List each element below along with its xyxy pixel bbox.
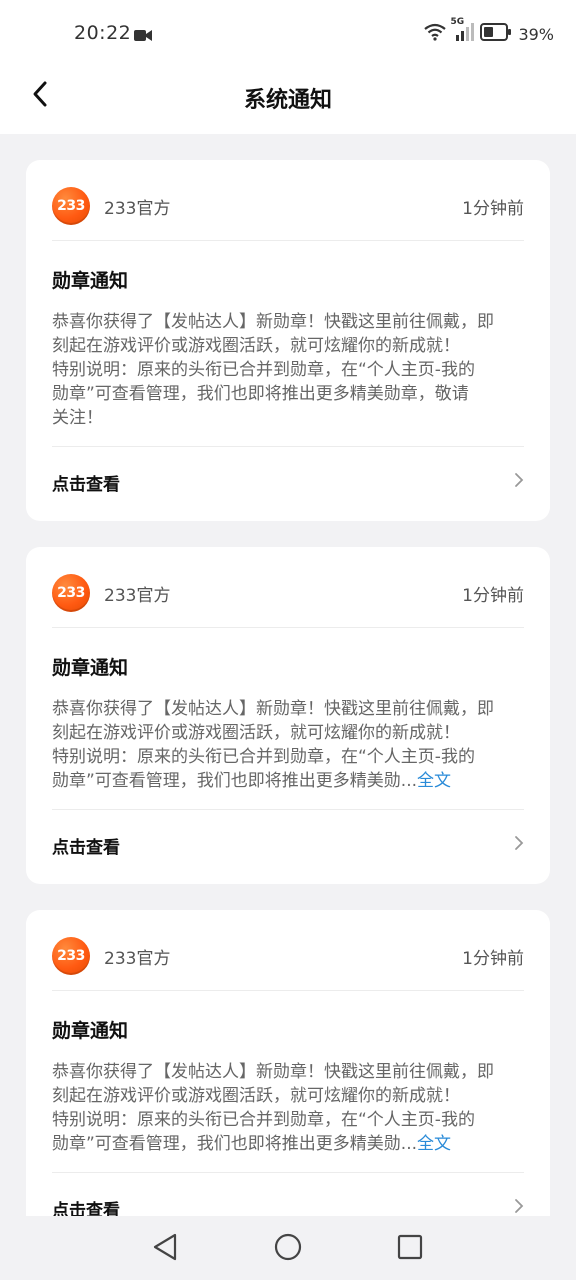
body-line: 勋章”可查看管理，我们也即将推出更多精美勋...全文 — [52, 769, 524, 793]
network-type: 5G — [450, 17, 465, 27]
circle-home-icon[interactable] — [274, 1232, 302, 1266]
status-indicators: 5G 39% — [424, 17, 554, 45]
status-time: 20:22 — [74, 22, 132, 44]
body-line: 刻起在游戏评价或游戏圈活跃，就可炫耀你的新成就！ — [52, 723, 460, 743]
wifi-icon — [424, 23, 447, 45]
notification-body[interactable]: 恭喜你获得了【发帖达人】新勋章！快戳这里前往佩戴，即 刻起在游戏评价或游戏圈活跃… — [52, 310, 524, 430]
233-logo-icon: 233 — [52, 574, 90, 612]
divider — [52, 446, 524, 447]
notification-title: 勋章通知 — [52, 1020, 129, 1042]
status-bar: 20:22 5G 39% — [0, 0, 576, 66]
page-title: 系统通知 — [243, 88, 332, 113]
view-details-label: 点击查看 — [52, 474, 120, 495]
triangle-back-icon[interactable] — [152, 1232, 178, 1266]
card-header: 233 233官方 1分钟前 — [52, 571, 524, 615]
divider — [52, 627, 524, 628]
card-header: 233 233官方 1分钟前 — [52, 184, 524, 228]
time-ago: 1分钟前 — [462, 585, 524, 606]
body-line: 恭喜你获得了【发帖达人】新勋章！快戳这里前往佩戴，即 — [52, 312, 494, 332]
body-line: 特别说明：原来的头衔已合并到勋章，在“个人主页-我的 — [52, 1110, 475, 1130]
truncated-text: 勋章”可查看管理，我们也即将推出更多精美勋... — [52, 1134, 418, 1154]
battery-icon — [480, 23, 512, 45]
notification-card: 233 233官方 1分钟前 勋章通知 恭喜你获得了【发帖达人】新勋章！快戳这里… — [26, 160, 550, 521]
body-line: 恭喜你获得了【发帖达人】新勋章！快戳这里前往佩戴，即 — [52, 699, 494, 719]
notification-card: 233 233官方 1分钟前 勋章通知 恭喜你获得了【发帖达人】新勋章！快戳这里… — [26, 547, 550, 884]
header: 系统通知 — [0, 66, 576, 134]
cellular-signal-icon: 5G — [450, 17, 475, 45]
body-line: 勋章”可查看管理，我们也即将推出更多精美勋章，敬请 — [52, 384, 469, 404]
notification-title: 勋章通知 — [52, 270, 129, 292]
battery-percent: 39% — [518, 24, 554, 44]
notification-body[interactable]: 恭喜你获得了【发帖达人】新勋章！快戳这里前往佩戴，即 刻起在游戏评价或游戏圈活跃… — [52, 1060, 524, 1156]
body-line: 勋章”可查看管理，我们也即将推出更多精美勋...全文 — [52, 1132, 524, 1156]
notification-body[interactable]: 恭喜你获得了【发帖达人】新勋章！快戳这里前往佩戴，即 刻起在游戏评价或游戏圈活跃… — [52, 697, 524, 793]
full-text-link[interactable]: 全文 — [417, 1134, 451, 1154]
divider — [52, 1172, 524, 1173]
body-line: 特别说明：原来的头衔已合并到勋章，在“个人主页-我的 — [52, 747, 475, 767]
notification-card: 233 233官方 1分钟前 勋章通知 恭喜你获得了【发帖达人】新勋章！快戳这里… — [26, 910, 550, 1247]
time-ago: 1分钟前 — [462, 948, 524, 969]
video-recording-icon — [134, 27, 152, 46]
full-text-link[interactable]: 全文 — [417, 771, 451, 791]
chevron-right-icon — [514, 1198, 524, 1218]
view-details-button[interactable]: 点击查看 — [52, 821, 524, 869]
time-ago: 1分钟前 — [462, 198, 524, 219]
body-line: 刻起在游戏评价或游戏圈活跃，就可炫耀你的新成就！ — [52, 336, 460, 356]
divider — [52, 809, 524, 810]
card-header: 233 233官方 1分钟前 — [52, 934, 524, 978]
body-line: 关注！ — [52, 408, 103, 428]
source-name: 233官方 — [104, 198, 171, 219]
divider — [52, 240, 524, 241]
233-logo-icon: 233 — [52, 187, 90, 225]
view-details-button[interactable]: 点击查看 — [52, 458, 524, 506]
notification-title: 勋章通知 — [52, 657, 129, 679]
square-recents-icon[interactable] — [397, 1232, 423, 1266]
system-nav-bar — [0, 1216, 576, 1280]
chevron-right-icon — [514, 472, 524, 492]
source-name: 233官方 — [104, 585, 171, 606]
source-name: 233官方 — [104, 948, 171, 969]
233-logo-icon: 233 — [52, 937, 90, 975]
divider — [52, 990, 524, 991]
view-details-label: 点击查看 — [52, 837, 120, 858]
body-line: 刻起在游戏评价或游戏圈活跃，就可炫耀你的新成就！ — [52, 1086, 460, 1106]
truncated-text: 勋章”可查看管理，我们也即将推出更多精美勋... — [52, 771, 418, 791]
body-line: 恭喜你获得了【发帖达人】新勋章！快戳这里前往佩戴，即 — [52, 1062, 494, 1082]
chevron-right-icon — [514, 835, 524, 855]
body-line: 特别说明：原来的头衔已合并到勋章，在“个人主页-我的 — [52, 360, 475, 380]
